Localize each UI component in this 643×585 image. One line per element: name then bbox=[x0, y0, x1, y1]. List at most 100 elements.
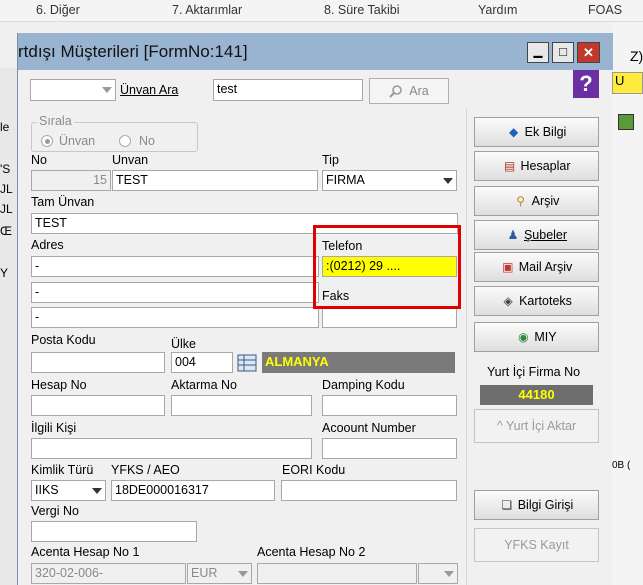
chevron-down-icon bbox=[238, 571, 248, 577]
background-app-left-strip: le 'S JL JL Œ Y bbox=[0, 68, 17, 585]
adres-label: Adres bbox=[31, 238, 64, 252]
tip-value: FIRMA bbox=[326, 173, 365, 187]
no-label: No bbox=[31, 153, 47, 167]
bg-letter: 'S bbox=[0, 162, 11, 176]
yfks-aeo-label: YFKS / AEO bbox=[111, 463, 180, 477]
account-number-label: Acoount Number bbox=[322, 421, 416, 435]
ulke-label: Ülke bbox=[171, 337, 197, 351]
magnifier-icon: ⚲ bbox=[516, 194, 525, 208]
kimlik-turu-value: IIKS bbox=[35, 483, 59, 497]
bg-letter: JL bbox=[0, 182, 13, 196]
ilgili-kisi-field[interactable] bbox=[31, 438, 312, 459]
chevron-down-icon bbox=[443, 178, 453, 184]
panel-divider bbox=[466, 108, 467, 585]
menu-item-sure-takibi[interactable]: 8. Süre Takibi bbox=[324, 3, 400, 17]
ek-bilgi-button[interactable]: ◆ Ek Bilgi bbox=[474, 117, 599, 147]
bilgi-girisi-button[interactable]: ❏ Bilgi Girişi bbox=[474, 490, 599, 520]
damping-kodu-label: Damping Kodu bbox=[322, 378, 405, 392]
aktarma-no-field[interactable] bbox=[171, 395, 312, 416]
no-field[interactable]: 15 bbox=[31, 170, 111, 191]
acenta-2-currency-select[interactable] bbox=[418, 563, 458, 584]
menu-item-diger[interactable]: 6. Diğer bbox=[36, 3, 80, 17]
acenta-hesap-2-field[interactable] bbox=[257, 563, 417, 584]
window-titlebar[interactable]: rtdışı Müşterileri [FormNo:141] ▁ □ ✕ bbox=[18, 33, 613, 70]
hesap-no-field[interactable] bbox=[31, 395, 165, 416]
posta-kodu-field[interactable] bbox=[31, 352, 165, 373]
search-icon bbox=[389, 85, 403, 98]
radio-unvan-label: Ünvan bbox=[59, 134, 96, 148]
kartoteks-label: Kartoteks bbox=[519, 294, 572, 308]
hesaplar-button[interactable]: ▤ Hesaplar bbox=[474, 151, 599, 181]
menu-item-foas[interactable]: FOAS bbox=[588, 3, 622, 17]
info-diamond-icon: ◆ bbox=[509, 125, 519, 139]
adres-line-2[interactable]: - bbox=[31, 282, 319, 303]
tip-select[interactable]: FIRMA bbox=[322, 170, 457, 191]
bg-letter: Y bbox=[0, 266, 9, 280]
chevron-down-icon bbox=[102, 87, 112, 93]
menu-item-yardim[interactable]: Yardım bbox=[478, 3, 517, 17]
unvan-label: Unvan bbox=[112, 153, 149, 167]
tip-label: Tip bbox=[322, 153, 339, 167]
ulke-name-display: ALMANYA bbox=[262, 352, 455, 373]
yurt-ici-firma-no-label: Yurt İçi Firma No bbox=[487, 365, 581, 379]
aktarma-no-label: Aktarma No bbox=[171, 378, 237, 392]
faks-field[interactable] bbox=[322, 307, 457, 328]
yurt-ici-aktar-label: ^ Yurt İçi Aktar bbox=[496, 419, 577, 433]
hesap-no-label: Hesap No bbox=[31, 378, 87, 392]
yfks-kayit-button[interactable]: YFKS Kayıt bbox=[474, 528, 599, 562]
bilgi-girisi-label: Bilgi Girişi bbox=[517, 498, 574, 512]
bg-toolbar-icon bbox=[618, 114, 634, 130]
tam-unvan-label: Tam Ünvan bbox=[31, 195, 95, 209]
subeler-button[interactable]: ♟ Şubeler bbox=[474, 220, 599, 250]
ulke-code-field[interactable]: 004 bbox=[171, 352, 233, 373]
acenta-hesap-1-field[interactable]: 320-02-006- bbox=[31, 563, 186, 584]
miy-label: MIY bbox=[534, 330, 557, 344]
globe-icon: ◉ bbox=[518, 330, 529, 344]
kartoteks-button[interactable]: ◈ Kartoteks bbox=[474, 286, 599, 316]
mail-arsiv-button[interactable]: ▣ Mail Arşiv bbox=[474, 252, 599, 282]
minimize-button[interactable]: ▁ bbox=[527, 42, 549, 63]
adres-line-3[interactable]: - bbox=[31, 307, 319, 328]
eori-kodu-label: EORI Kodu bbox=[282, 463, 346, 477]
bg-letter: JL bbox=[0, 202, 13, 216]
bg-u-box: U bbox=[612, 72, 643, 94]
adres-line-1[interactable]: - bbox=[31, 256, 319, 277]
arsiv-button[interactable]: ⚲ Arşiv bbox=[474, 186, 599, 216]
background-app-right-strip: Z) U 0B ( bbox=[612, 22, 643, 585]
ledger-icon: ▤ bbox=[503, 159, 516, 173]
help-icon[interactable]: ? bbox=[573, 70, 599, 98]
yfks-aeo-field[interactable]: 18DE000016317 bbox=[111, 480, 275, 501]
maximize-button[interactable]: □ bbox=[552, 42, 574, 63]
miy-button[interactable]: ◉ MIY bbox=[474, 322, 599, 352]
menu-item-aktarimlar[interactable]: 7. Aktarımlar bbox=[172, 3, 242, 17]
yurt-ici-firma-no-value: 44180 bbox=[480, 385, 593, 405]
ulke-lookup-button[interactable] bbox=[235, 352, 259, 373]
background-menubar: 6. Diğer 7. Aktarımlar 8. Süre Takibi Ya… bbox=[0, 0, 643, 22]
acenta-1-currency-select[interactable]: EUR bbox=[187, 563, 252, 584]
bg-right-far-text: 0B ( bbox=[612, 460, 631, 471]
chevron-down-icon bbox=[444, 571, 454, 577]
radio-no-label: No bbox=[139, 134, 155, 148]
yurt-ici-aktar-button[interactable]: ^ Yurt İçi Aktar bbox=[474, 409, 599, 443]
kimlik-turu-select[interactable]: IIKS bbox=[31, 480, 106, 501]
search-field-dropdown[interactable] bbox=[30, 79, 116, 101]
mailbox-icon: ▣ bbox=[502, 260, 514, 274]
close-button[interactable]: ✕ bbox=[577, 42, 600, 63]
acenta-hesap-1-label: Acenta Hesap No 1 bbox=[31, 545, 140, 559]
unvan-field[interactable]: TEST bbox=[112, 170, 318, 191]
lookup-grid-icon bbox=[237, 354, 257, 371]
account-number-field[interactable] bbox=[322, 438, 457, 459]
ara-button[interactable]: Ara bbox=[369, 78, 449, 104]
radio-no[interactable] bbox=[119, 135, 131, 147]
hesaplar-label: Hesaplar bbox=[520, 159, 571, 173]
eori-kodu-field[interactable] bbox=[281, 480, 457, 501]
radio-unvan[interactable] bbox=[41, 135, 53, 147]
search-input[interactable]: test bbox=[213, 79, 363, 101]
ara-label: Ara bbox=[409, 84, 429, 98]
card-file-icon: ◈ bbox=[503, 294, 513, 308]
vergi-no-field[interactable] bbox=[31, 521, 197, 542]
highlight-annotation-box bbox=[313, 225, 461, 309]
ilgili-kisi-label: İlgili Kişi bbox=[31, 421, 77, 435]
damping-kodu-field[interactable] bbox=[322, 395, 457, 416]
bg-right-text: Z) bbox=[630, 48, 643, 64]
